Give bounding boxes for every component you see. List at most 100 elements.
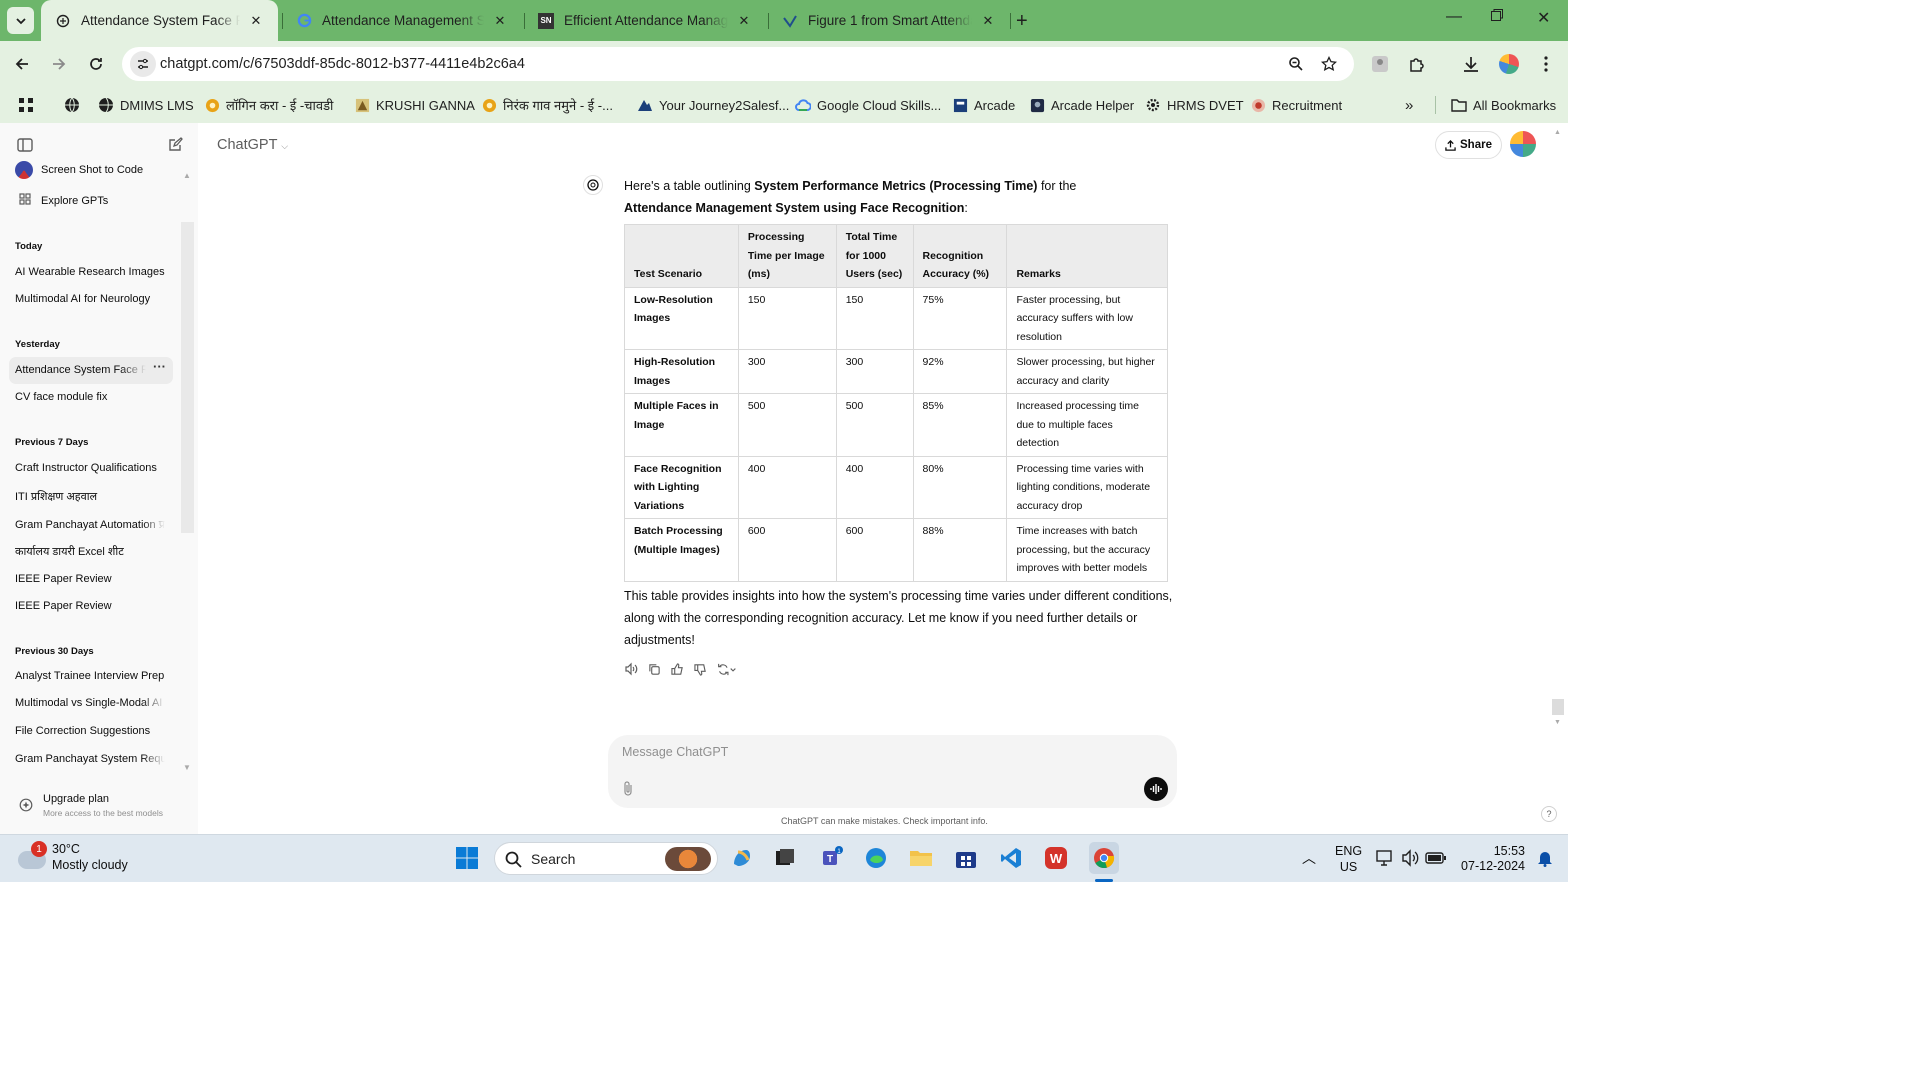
address-bar[interactable]: chatgpt.com/c/67503ddf-85dc-8012-b377-44… (122, 47, 1354, 81)
toggle-sidebar-icon[interactable] (17, 138, 33, 155)
back-arrow-icon[interactable] (12, 54, 32, 74)
bookmark-journey2salesforce[interactable]: Your Journey2Salesf... (637, 95, 789, 115)
copilot-icon[interactable] (729, 845, 755, 871)
edge-icon[interactable] (863, 845, 889, 871)
close-window-icon[interactable]: ✕ (1537, 8, 1550, 28)
vscode-icon[interactable] (998, 845, 1024, 871)
history-item[interactable]: Analyst Trainee Interview Prep (15, 670, 165, 682)
apps-grid-icon[interactable] (18, 95, 34, 115)
voice-mode-button[interactable] (1144, 777, 1168, 801)
download-icon[interactable] (1461, 54, 1481, 74)
close-tab-icon[interactable]: ✕ (736, 13, 752, 29)
sidebar-explore-gpts[interactable]: Explore GPTs (19, 193, 108, 208)
bookmark-hrms[interactable]: HRMS DVET (1145, 95, 1244, 115)
scroll-up-icon[interactable]: ▲ (183, 171, 191, 180)
copy-icon[interactable] (647, 662, 661, 676)
bookmark-google-cloud[interactable]: Google Cloud Skills... (795, 95, 941, 115)
extensions-puzzle-icon[interactable] (1407, 54, 1427, 74)
task-view-icon[interactable] (773, 845, 799, 871)
scroll-down-icon[interactable]: ▼ (1554, 719, 1561, 726)
chrome-taskbar-icon[interactable] (1089, 842, 1119, 874)
scroll-up-icon[interactable]: ▲ (1554, 129, 1561, 136)
help-icon[interactable]: ? (1541, 806, 1557, 822)
reload-icon[interactable] (86, 54, 106, 74)
upgrade-plan-button[interactable]: Upgrade plan More access to the best mod… (0, 783, 198, 834)
restore-icon[interactable] (1490, 8, 1504, 27)
bookmark-nirank[interactable]: निरंक गाव नमुने - ई -... (481, 95, 613, 115)
main-scrollbar-thumb[interactable] (1552, 699, 1564, 715)
notification-bell-icon[interactable] (1532, 845, 1558, 871)
close-tab-icon[interactable]: ✕ (248, 13, 264, 29)
recruitment-logo-icon (1250, 97, 1266, 113)
wps-office-icon[interactable]: W (1043, 845, 1069, 871)
system-clock[interactable]: 15:53 (1481, 843, 1525, 859)
bookmark-globe[interactable] (64, 95, 86, 115)
zoom-icon[interactable] (1286, 54, 1306, 74)
file-explorer-icon[interactable] (908, 845, 934, 871)
tab-efficient-attendance[interactable]: SN Efficient Attendance Management ✕ (524, 0, 766, 41)
chat-options-ellipsis-icon[interactable]: ··· (153, 359, 166, 374)
bookmark-recruitment[interactable]: Recruitment (1250, 95, 1342, 115)
history-item[interactable]: Craft Instructor Qualifications (15, 462, 165, 474)
battery-icon[interactable] (1423, 845, 1449, 871)
user-avatar-icon[interactable] (1499, 54, 1519, 74)
input-language-indicator[interactable]: ENG US (1335, 843, 1362, 875)
bookmark-krushi[interactable]: KRUSHI GANNA (354, 95, 475, 115)
bookmark-echawdi[interactable]: लॉगिन करा - ई -चावडी (204, 95, 333, 115)
network-icon[interactable] (1373, 845, 1399, 871)
history-item[interactable]: IEEE Paper Review (15, 573, 165, 585)
history-item-active[interactable]: Attendance System Face Recognition (15, 364, 146, 376)
more-menu-icon[interactable] (1536, 54, 1556, 74)
message-composer[interactable]: Message ChatGPT (608, 735, 1177, 808)
more-bookmarks-chevron-icon[interactable]: » (1405, 95, 1413, 115)
history-item[interactable]: AI Wearable Research Images (15, 266, 165, 278)
microsoft-store-icon[interactable] (953, 845, 979, 871)
regenerate-icon[interactable] (716, 662, 738, 676)
share-button[interactable]: Share (1435, 131, 1502, 159)
thumbs-down-icon[interactable] (693, 662, 707, 676)
attach-paperclip-icon[interactable] (622, 780, 634, 799)
sidebar-scrollbar[interactable] (181, 222, 194, 533)
history-item[interactable]: ITI प्रशिक्षण अहवाल (15, 489, 165, 504)
thumbs-up-icon[interactable] (670, 662, 684, 676)
history-item[interactable]: कार्यालय डायरी Excel शीट (15, 544, 165, 559)
volume-icon[interactable] (1398, 845, 1424, 871)
taskbar-search[interactable]: Search (494, 842, 718, 875)
chat-main: ChatGPT ⌵ Share Here's a table outlining… (198, 123, 1568, 834)
new-chat-edit-icon[interactable] (167, 137, 183, 156)
read-aloud-icon[interactable] (624, 662, 638, 676)
site-info-icon[interactable] (130, 51, 156, 77)
windows-start-icon[interactable] (454, 845, 480, 871)
tab-search-button[interactable] (7, 7, 34, 34)
history-item[interactable]: Gram Panchayat System Requirements (15, 753, 165, 765)
message-input-placeholder[interactable]: Message ChatGPT (622, 745, 728, 759)
all-bookmarks-button[interactable]: All Bookmarks (1451, 95, 1556, 115)
show-hidden-icons-chevron-icon[interactable]: ︿ (1296, 845, 1322, 871)
mountain-icon (637, 97, 653, 113)
model-selector[interactable]: ChatGPT ⌵ (217, 137, 288, 153)
teams-icon[interactable]: T1 (820, 845, 846, 871)
account-avatar[interactable] (1510, 131, 1536, 157)
scroll-down-icon[interactable]: ▼ (183, 763, 191, 772)
sidebar-gpt-screen-shot-to-code[interactable]: Screen Shot to Code (15, 161, 143, 179)
close-tab-icon[interactable]: ✕ (980, 13, 996, 29)
minimize-icon[interactable]: — (1446, 8, 1462, 26)
history-item[interactable]: File Correction Suggestions (15, 725, 165, 737)
history-item[interactable]: CV face module fix (15, 391, 165, 403)
close-tab-icon[interactable]: ✕ (492, 13, 508, 29)
history-item[interactable]: IEEE Paper Review (15, 600, 165, 612)
history-item[interactable]: Multimodal vs Single-Modal AI (15, 697, 165, 709)
tab-attendance-management[interactable]: Attendance Management System ✕ (282, 0, 522, 41)
tab-figure-smart-attendance[interactable]: Figure 1 from Smart Attendance ✕ (768, 0, 1010, 41)
tab-attendance-face[interactable]: Attendance System Face Recognition ✕ (41, 0, 278, 41)
profile-extension-icon[interactable] (1370, 54, 1390, 74)
history-item[interactable]: Gram Panchayat Automation प्रणाली (15, 517, 165, 532)
new-tab-plus-icon[interactable]: + (1016, 10, 1028, 33)
bookmark-arcade-helper[interactable]: Arcade Helper (1029, 95, 1134, 115)
weather-widget[interactable]: 1 30°C Mostly cloudy (18, 841, 168, 877)
forward-arrow-icon[interactable] (49, 54, 69, 74)
bookmark-star-icon[interactable] (1319, 54, 1339, 74)
bookmark-dmims[interactable]: DMIMS LMS (98, 95, 194, 115)
bookmark-arcade[interactable]: Arcade (952, 95, 1015, 115)
history-item[interactable]: Multimodal AI for Neurology (15, 293, 165, 305)
